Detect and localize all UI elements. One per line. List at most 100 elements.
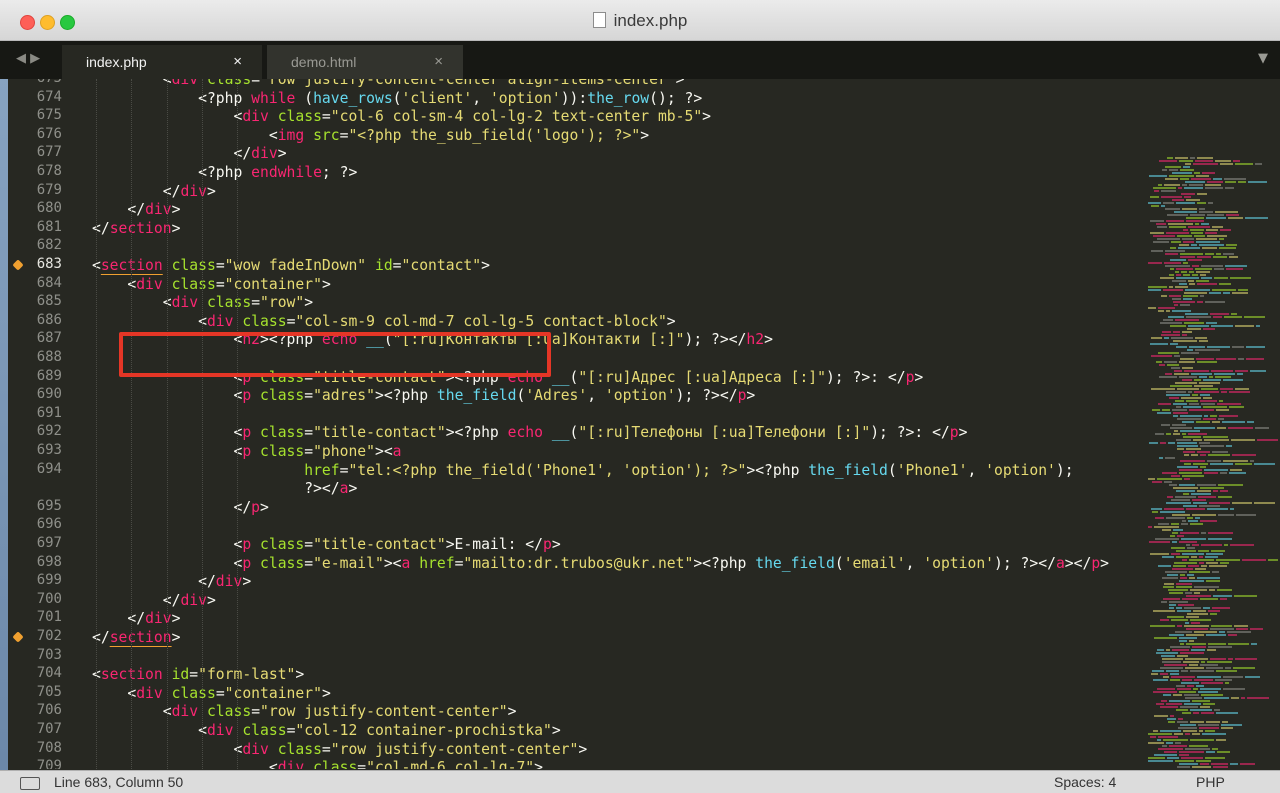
minimap-stroke: [1166, 220, 1184, 222]
minimap-stroke: [1228, 643, 1249, 645]
minimap-stroke: [1229, 406, 1244, 408]
code-line[interactable]: <?php while (have_rows('client', 'option…: [92, 89, 702, 108]
code-line[interactable]: <section id="form-last">: [92, 665, 304, 684]
minimap-stroke: [1193, 502, 1207, 504]
minimap-stroke: [1215, 679, 1232, 681]
minimap-stroke: [1200, 598, 1218, 600]
minimap-stroke: [1229, 391, 1250, 393]
tab-demo-html[interactable]: demo.html ×: [267, 45, 463, 79]
minimap-stroke: [1186, 643, 1206, 645]
minimap-stroke: [1234, 595, 1257, 597]
minimap-stroke: [1197, 256, 1211, 258]
code-line[interactable]: <div class="col-6 col-sm-4 col-lg-2 text…: [92, 107, 711, 126]
minimap-stroke: [1234, 625, 1248, 627]
code-line[interactable]: <div class="col-sm-9 col-md-7 col-lg-5 c…: [92, 312, 676, 331]
code-line[interactable]: <p class="phone"><a: [92, 442, 401, 461]
minimap-stroke: [1153, 679, 1168, 681]
line-number: 677: [36, 144, 62, 161]
minimap-stroke: [1219, 400, 1223, 402]
code-line[interactable]: <div class="col-md-6 col-lg-7">: [92, 758, 543, 769]
minimap-stroke: [1187, 574, 1194, 576]
minimap-stroke: [1160, 619, 1169, 621]
minimap-stroke: [1200, 295, 1204, 297]
code-line[interactable]: </div>: [92, 144, 286, 163]
minimap-stroke: [1169, 700, 1190, 702]
code-line[interactable]: <div class="row justify-content-center a…: [92, 79, 685, 89]
code-line[interactable]: href="tel:<?php the_field('Phone1', 'opt…: [92, 461, 1073, 480]
minimap-stroke: [1201, 388, 1218, 390]
minimap-stroke: [1232, 292, 1248, 294]
line-number: 686: [36, 311, 62, 328]
minimap-stroke: [1220, 490, 1228, 492]
close-tab-icon[interactable]: ×: [233, 45, 242, 79]
minimap-stroke: [1176, 583, 1192, 585]
minimap-stroke: [1214, 268, 1224, 270]
minimap-stroke: [1170, 535, 1175, 537]
minimap-stroke: [1189, 571, 1210, 573]
minimap-stroke: [1189, 283, 1195, 285]
line-number-gutter: 6756746756766776786796806816826836846856…: [8, 79, 66, 769]
code-line[interactable]: <div class="col-12 container-prochistka"…: [92, 721, 561, 740]
line-number: 699: [36, 572, 62, 589]
minimap-stroke: [1184, 607, 1201, 609]
minimap-stroke: [1213, 256, 1227, 258]
minimap-stroke: [1179, 283, 1187, 285]
cursor-position[interactable]: Line 683, Column 50: [54, 774, 183, 790]
minimap-stroke: [1170, 673, 1179, 675]
code-line[interactable]: </div>: [92, 572, 251, 591]
panel-toggle-icon[interactable]: [20, 777, 40, 790]
minimap-stroke: [1205, 232, 1217, 234]
minimap-stroke: [1201, 565, 1207, 567]
code-line[interactable]: </p>: [92, 498, 268, 517]
minimap-stroke: [1176, 550, 1196, 552]
minimap-stroke: [1196, 241, 1220, 243]
code-line[interactable]: <p class="title-contact">E-mail: </p>: [92, 535, 560, 554]
code-line[interactable]: </div>: [92, 182, 216, 201]
code-line[interactable]: <section class="wow fadeInDown" id="cont…: [92, 256, 490, 275]
minimap-stroke: [1212, 451, 1228, 453]
minimap-stroke: [1182, 679, 1192, 681]
minimap-stroke: [1205, 556, 1218, 558]
minimap-stroke: [1186, 448, 1201, 450]
minimap-stroke: [1153, 241, 1169, 243]
minimap-stroke: [1209, 376, 1213, 378]
indentation-setting[interactable]: Spaces: 4: [1054, 774, 1116, 790]
tab-menu-icon[interactable]: ▼: [1258, 51, 1268, 66]
code-line[interactable]: <p class="adres"><?php the_field('Adres'…: [92, 386, 755, 405]
minimap-stroke: [1218, 496, 1232, 498]
minimap-stroke: [1163, 598, 1180, 600]
code-editor[interactable]: 6756746756766776786796806816826836846856…: [8, 79, 1280, 769]
minimap-stroke: [1201, 532, 1206, 534]
minimap-stroke: [1220, 163, 1233, 165]
code-line[interactable]: <div class="row justify-content-center">: [92, 702, 517, 721]
minimap-stroke: [1206, 229, 1218, 231]
minimap-stroke: [1171, 547, 1185, 549]
code-line[interactable]: </div>: [92, 591, 216, 610]
minimap-stroke: [1182, 367, 1193, 369]
tab-nav-arrows[interactable]: ◀ ▶: [16, 51, 40, 66]
line-number: 676: [36, 125, 62, 142]
minimap-stroke: [1204, 439, 1229, 441]
minimap-stroke: [1197, 676, 1221, 678]
tab-index-php[interactable]: index.php ×: [62, 45, 262, 79]
minimap[interactable]: [1148, 79, 1280, 769]
minimap-stroke: [1203, 397, 1212, 399]
minimap-stroke: [1183, 661, 1199, 663]
minimap-stroke: [1189, 745, 1208, 747]
minimap-stroke: [1165, 373, 1172, 375]
code-line[interactable]: <img src="<?php the_sub_field('logo'); ?…: [92, 126, 649, 145]
minimap-stroke: [1170, 646, 1190, 648]
syntax-mode[interactable]: PHP: [1196, 774, 1225, 790]
minimap-stroke: [1181, 523, 1188, 525]
minimap-stroke: [1207, 508, 1228, 510]
code-line[interactable]: <p class="e-mail"><a href="mailto:dr.tru…: [92, 554, 1109, 573]
minimap-stroke: [1184, 322, 1204, 324]
code-line[interactable]: <div class="container">: [92, 275, 330, 294]
minimap-stroke: [1209, 565, 1227, 567]
minimap-stroke: [1180, 415, 1202, 417]
minimap-stroke: [1162, 409, 1170, 411]
code-line[interactable]: <p class="title-contact"><?php echo __("…: [92, 423, 967, 442]
minimap-stroke: [1207, 214, 1224, 216]
code-line[interactable]: <div class="container">: [92, 684, 330, 703]
close-tab-icon[interactable]: ×: [434, 45, 443, 79]
